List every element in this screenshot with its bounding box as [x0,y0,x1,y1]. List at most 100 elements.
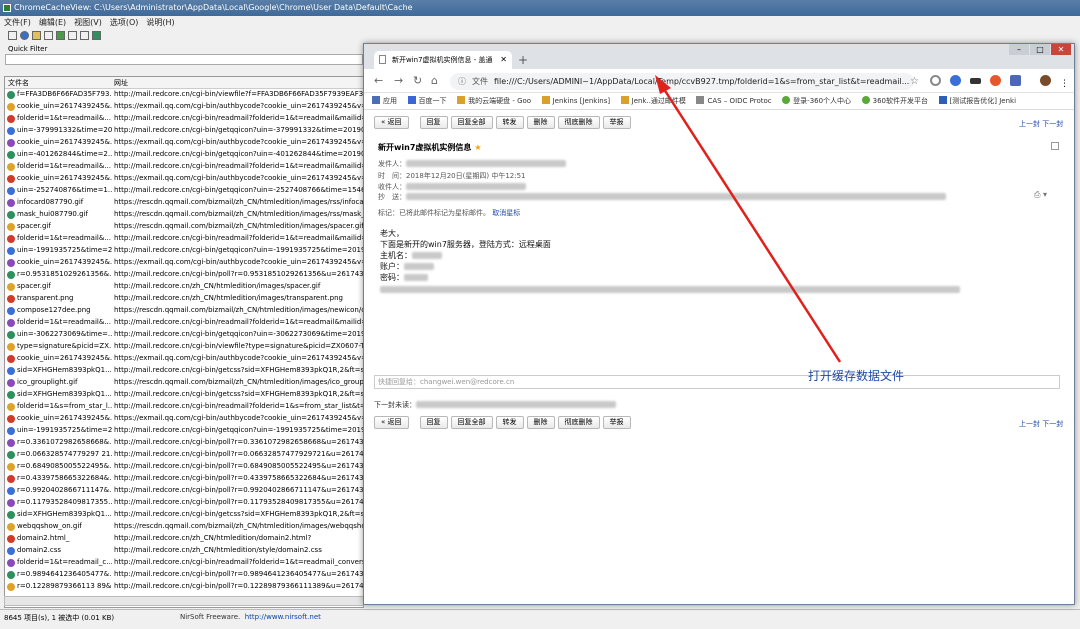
close-tab-icon[interactable]: ✕ [500,51,507,69]
delete-button[interactable]: 删除 [526,116,555,129]
home-icon[interactable]: ⌂ [431,74,438,87]
print-icon[interactable]: ⎙ ▾ [1034,190,1047,200]
column-header-url[interactable]: 网址 [114,78,128,88]
table-row[interactable]: cookie_uin=2617439245&... https://exmail.… [5,173,363,185]
info-icon[interactable]: ⓘ [458,77,466,86]
table-row[interactable]: infocard087790.gif https://rescdn.qqmail.… [5,197,363,209]
table-row[interactable]: webqqshow_on.gif https://rescdn.qqmail.co… [5,521,363,533]
report-button[interactable]: 举报 [602,116,631,129]
table-row[interactable]: cookie_uin=2617439245&... https://exmail.… [5,257,363,269]
maximize-button[interactable]: □ [1030,44,1050,55]
menu-file[interactable]: 文件(F) [4,18,31,27]
bookmark-item[interactable]: Jenkins [Jenkins] [541,93,610,109]
extension-icon[interactable] [950,75,961,86]
table-row[interactable]: uin=-401262844&time=2... http://mail.redc… [5,149,363,161]
delete-permanently-button[interactable]: 彻底删除 [557,116,600,129]
table-row[interactable]: uin=-379991332&time=20... http://mail.red… [5,125,363,137]
report-button[interactable]: 举报 [602,416,631,429]
reply-button[interactable]: 回复 [419,116,448,129]
table-row[interactable]: cookie_uin=2617439245&... https://exmail.… [5,353,363,365]
forward-button[interactable]: 转发 [495,416,524,429]
back-button[interactable]: « 返回 [374,116,409,129]
table-row[interactable]: compose127dee.png https://rescdn.qqmail.c… [5,305,363,317]
prev-next-links[interactable]: 上一封 下一封 [1019,119,1063,129]
table-row[interactable]: sid=XFHGHem8393pkQ1... http://mail.redcor… [5,509,363,521]
table-row[interactable]: folderid=1&t=readmail&... http://mail.red… [5,113,363,125]
table-row[interactable]: r=0.11793528409817355... http://mail.redc… [5,497,363,509]
table-row[interactable]: folderid=1&t=readmail&... http://mail.red… [5,317,363,329]
table-row[interactable]: cookie_uin=2617439245&... https://exmail.… [5,101,363,113]
bookmark-item[interactable]: 百度一下 [407,93,447,109]
table-row[interactable]: r=0.9894641236405477&... http://mail.redc… [5,569,363,581]
redacted-next-subject[interactable] [416,401,616,408]
table-row[interactable]: r=0.6849085005522495&... http://mail.redc… [5,461,363,473]
table-row[interactable]: folderid=1&t=readmail_c... http://mail.re… [5,557,363,569]
cache-file-list[interactable]: 文件名 网址 f=FFA3DB6F66FAD35F793... http://ma… [4,76,364,608]
table-row[interactable]: uin=-252740876&time=1... http://mail.redc… [5,185,363,197]
table-row[interactable]: r=0.12289879366113 89&... http://mail.red… [5,581,363,593]
delete-button[interactable]: 删除 [526,416,555,429]
forward-button[interactable]: 转发 [495,116,524,129]
find-icon[interactable] [68,31,77,40]
table-row[interactable]: folderid=1&t=readmail&... http://mail.red… [5,233,363,245]
table-row[interactable]: domain2.css http://mail.redcore.cn/zh_CN/… [5,545,363,557]
menu-help[interactable]: 说明(H) [146,18,174,27]
table-row[interactable]: spacer.gif https://rescdn.qqmail.com/bizm… [5,221,363,233]
horizontal-scrollbar[interactable] [4,596,364,606]
extension-icon[interactable] [1010,75,1021,86]
browser-tab[interactable]: 新开win7虚拟机实例信息 - 盖通 ✕ [374,51,512,69]
table-row[interactable]: spacer.gif http://mail.redcore.cn/zh_CN/h… [5,281,363,293]
bookmark-item[interactable]: 登录-360个人中心 [782,93,851,109]
table-row[interactable]: uin=-1991935725&time=2... http://mail.red… [5,425,363,437]
close-window-button[interactable]: ✕ [1051,44,1071,55]
bookmark-apps[interactable]: 应用 [372,93,397,109]
reply-all-button[interactable]: 回复全部 [450,416,493,429]
quick-filter-input[interactable] [5,54,363,65]
delete-permanently-button[interactable]: 彻底删除 [557,416,600,429]
table-row[interactable]: sid=XFHGHem8393pkQ1... http://mail.redcor… [5,389,363,401]
table-row[interactable]: r=0.9920402866711147&... http://mail.redc… [5,485,363,497]
table-row[interactable]: domain2.html_ http://mail.redcore.cn/zh_C… [5,533,363,545]
column-header-filename[interactable]: 文件名 [8,78,29,88]
minimize-button[interactable]: – [1009,44,1029,55]
menu-dots-icon[interactable]: ⋮ [1060,80,1069,91]
bookmark-item[interactable]: 我的云端硬盘 - Goo [457,93,531,109]
table-row[interactable]: r=0.066328574779297 21... http://mail.red… [5,449,363,461]
omnibox[interactable]: ⓘ 文件 file:///C:/Users/ADMINI~1/AppData/Loc… [450,73,914,90]
table-row[interactable]: uin=-1991935725&time=2... http://mail.red… [5,245,363,257]
reply-button[interactable]: 回复 [419,416,448,429]
table-row[interactable]: r=0.9531851029261356&... http://mail.redc… [5,269,363,281]
table-row[interactable]: cookie_uin=2617439245&... https://exmail.… [5,413,363,425]
properties-icon[interactable] [32,31,41,40]
prev-next-links-bottom[interactable]: 上一封 下一封 [1019,419,1063,429]
extension-icon[interactable] [970,78,981,84]
table-row[interactable]: r=0.4339758665322684&... http://mail.redc… [5,473,363,485]
table-row[interactable]: ico_grouplight.gif https://rescdn.qqmail.… [5,377,363,389]
avatar[interactable] [1040,75,1051,86]
menu-options[interactable]: 选项(O) [110,18,139,27]
save-icon[interactable] [8,31,17,40]
new-tab-button[interactable]: + [516,53,530,67]
extension-icon[interactable] [990,75,1001,86]
bookmark-item[interactable]: CAS – OIDC Protoc [696,93,772,109]
table-row[interactable]: uin=-3062273069&time=... http://mail.redc… [5,329,363,341]
nirsoft-link[interactable]: http://www.nirsoft.net [245,613,321,621]
table-row[interactable]: f=FFA3DB6F66FAD35F793... http://mail.redc… [5,89,363,101]
unstar-link[interactable]: 取消星标 [492,209,520,217]
table-row[interactable]: sid=XFHGHem8393pkQ1... http://mail.redcor… [5,365,363,377]
bookmark-item[interactable]: Jenk..通过邮件模 [620,93,686,109]
table-row[interactable]: folderid=1&s=from_star_l... http://mail.r… [5,401,363,413]
reload-icon[interactable]: ↻ [413,74,422,87]
star-icon[interactable]: ★ [474,143,481,152]
copy-icon[interactable] [44,31,53,40]
table-row[interactable]: type=signature&picid=ZX... http://mail.re… [5,341,363,353]
menu-edit[interactable]: 编辑(E) [39,18,66,27]
quick-reply-input[interactable]: 快捷回复给：changwei.wen@redcore.cn [374,375,1060,389]
html-report-icon[interactable] [56,31,65,40]
bookmark-item[interactable]: [测试报告优化] Jenki [938,93,1016,109]
bookmark-item[interactable]: 360软件开发平台 [861,93,928,109]
back-icon[interactable]: ← [374,74,383,87]
table-row[interactable]: r=0.3361072982658668&... http://mail.redc… [5,437,363,449]
extension-icon[interactable] [930,75,941,86]
table-row[interactable]: transparent.png http://mail.redcore.cn/zh… [5,293,363,305]
